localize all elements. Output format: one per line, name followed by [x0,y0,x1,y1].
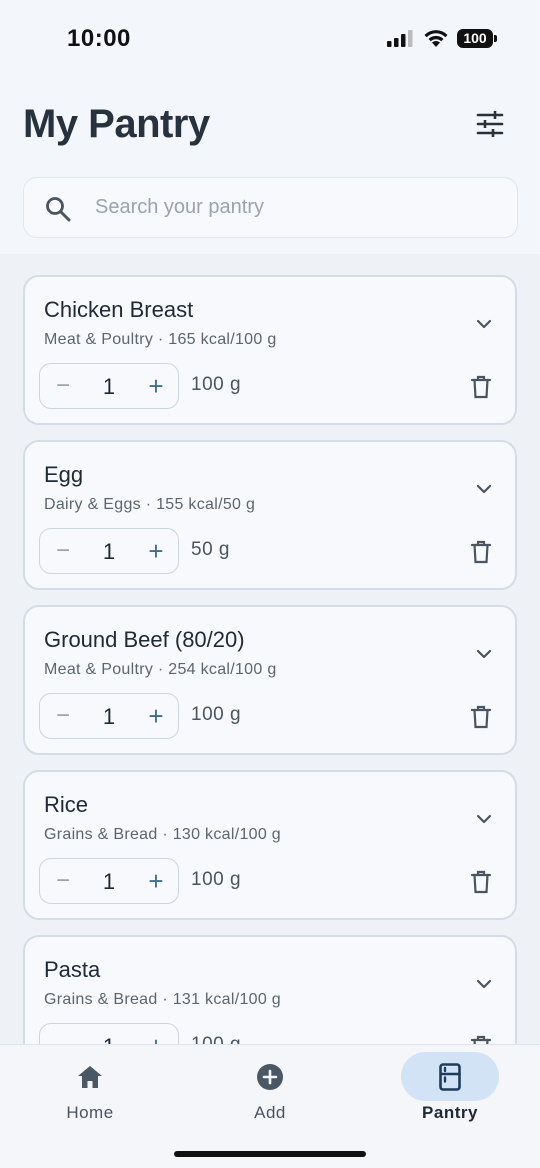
item-meta: Meat & Poultry · 254 kcal/100 g [44,661,277,678]
increment-button[interactable]: + [144,867,168,895]
increment-button[interactable]: + [144,1032,168,1044]
increment-button[interactable]: + [144,702,168,730]
trash-icon[interactable] [470,540,492,564]
quantity-value: 1 [102,869,116,894]
nav-label-add: Add [254,1103,286,1122]
increment-button[interactable]: + [144,372,168,400]
item-amount: 100 g [191,374,242,395]
pantry-item-card[interactable]: Ground Beef (80/20) Meat & Poultry · 254… [23,605,517,755]
decrement-button[interactable]: − [52,703,74,729]
decrement-button[interactable]: − [52,868,74,894]
home-icon [78,1066,102,1088]
nav-label-home: Home [66,1103,114,1122]
bottom-navigation: Home Add Pantry [0,1044,540,1168]
decrement-button[interactable]: − [52,373,74,399]
chevron-down-icon[interactable] [473,478,495,500]
quantity-stepper[interactable]: − 1 + [39,693,179,739]
chevron-down-icon[interactable] [473,808,495,830]
quantity-value: 1 [94,1034,124,1044]
item-meta: Dairy & Eggs · 155 kcal/50 g [44,496,256,513]
item-amount: 100 g [191,869,242,890]
chevron-down-icon[interactable] [473,973,495,995]
quantity-stepper[interactable]: − 1 + [39,363,179,409]
trash-icon[interactable] [470,870,492,894]
add-circle-icon [257,1064,283,1090]
page-title: My Pantry [23,102,210,146]
nav-item-home[interactable]: Home [20,1045,160,1145]
chevron-down-icon[interactable] [473,643,495,665]
nav-label-pantry: Pantry [422,1103,478,1122]
trash-icon[interactable] [470,1035,492,1044]
fridge-icon [439,1063,461,1091]
item-name: Pasta [44,957,101,982]
decrement-button[interactable]: − [52,1033,74,1045]
quantity-value: 1 [102,539,116,564]
pantry-item-card[interactable]: Egg Dairy & Eggs · 155 kcal/50 g − 1 + 5… [23,440,517,590]
item-amount: 50 g [191,539,230,560]
status-bar: 10:00 100 [0,0,540,80]
tune-sliders-icon[interactable] [474,108,506,140]
pantry-item-card[interactable]: Chicken Breast Meat & Poultry · 165 kcal… [23,275,517,425]
nav-item-add[interactable]: Add [200,1045,340,1145]
nav-item-pantry[interactable]: Pantry [380,1045,520,1145]
quantity-value: 1 [102,374,116,399]
search-input[interactable]: Search your pantry [23,177,518,238]
item-amount: 100 g [191,1034,241,1044]
quantity-stepper[interactable]: − 1 + [39,528,179,574]
quantity-value: 1 [102,704,116,729]
trash-icon[interactable] [470,705,492,729]
battery-indicator: 100 [457,29,497,48]
status-time: 10:00 [67,25,131,52]
item-meta: Grains & Bread · 131 kcal/100 g [44,991,281,1008]
item-name: Chicken Breast [44,297,194,322]
decrement-button[interactable]: − [52,538,74,564]
search-icon [46,197,71,222]
pantry-item-card[interactable]: Rice Grains & Bread · 130 kcal/100 g − 1… [23,770,517,920]
chevron-down-icon[interactable] [473,313,495,335]
pantry-item-card[interactable]: Pasta Grains & Bread · 131 kcal/100 g − … [23,935,517,1044]
item-amount: 100 g [191,704,242,725]
pantry-list[interactable]: Chicken Breast Meat & Poultry · 165 kcal… [0,254,540,1044]
increment-button[interactable]: + [144,537,168,565]
signal-icon [387,30,413,47]
trash-icon[interactable] [470,375,492,399]
quantity-stepper[interactable]: − 1 + [39,858,179,904]
item-name: Rice [44,792,89,817]
item-name: Ground Beef (80/20) [44,627,245,652]
wifi-icon [424,30,448,47]
item-meta: Grains & Bread · 130 kcal/100 g [44,826,281,843]
home-indicator[interactable] [174,1151,366,1157]
quantity-stepper[interactable]: − 1 + [39,1023,179,1044]
item-meta: Meat & Poultry · 165 kcal/100 g [44,331,277,348]
search-placeholder: Search your pantry [95,196,264,218]
item-name: Egg [44,462,84,487]
